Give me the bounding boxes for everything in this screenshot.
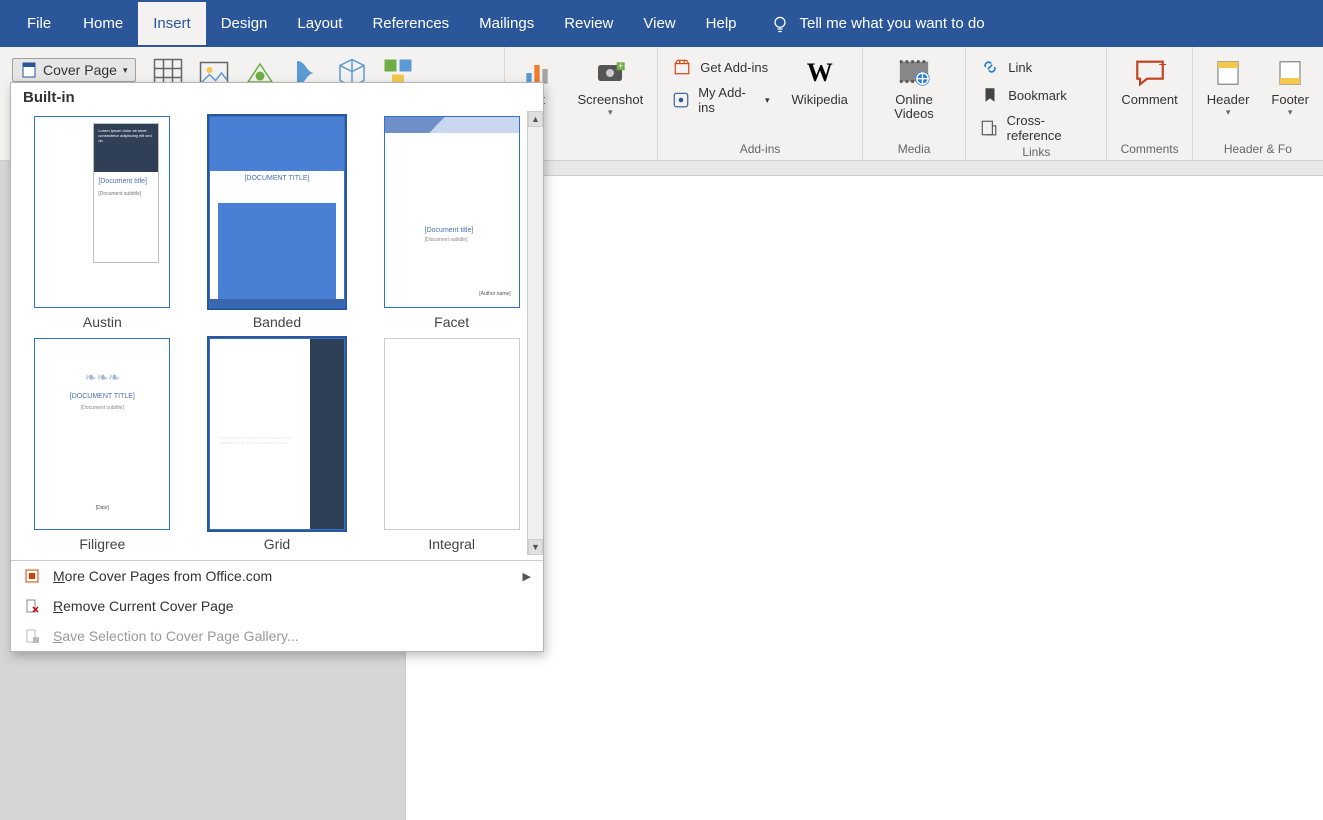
tab-file[interactable]: File: [10, 2, 68, 45]
scroll-down-icon[interactable]: ▼: [528, 539, 543, 555]
footer-icon: [1272, 55, 1308, 91]
chevron-down-icon: ▾: [608, 107, 613, 118]
tab-mailings[interactable]: Mailings: [464, 2, 549, 45]
cover-page-label: Cover Page: [43, 62, 117, 78]
gallery-item-facet[interactable]: [Document title][Document subtitle][Auth…: [376, 116, 527, 330]
tab-review[interactable]: Review: [549, 2, 628, 45]
my-addins-label: My Add-ins: [698, 85, 751, 115]
links-group-label: Links: [972, 145, 1100, 161]
gallery-item-austin[interactable]: Lorem ipsum dolor sit amet consectetur a…: [27, 116, 178, 330]
media-group-label: Media: [869, 142, 959, 158]
my-addins-button[interactable]: My Add-ins ▾: [668, 83, 773, 117]
chevron-down-icon: ▾: [123, 65, 128, 76]
gallery-item-label: Integral: [428, 536, 475, 552]
office-icon: [23, 567, 41, 585]
addins-group-label: Add-ins: [664, 142, 856, 158]
video-icon: [896, 55, 932, 91]
remove-cover-page-menuitem[interactable]: Remove Current Cover Page: [11, 591, 543, 621]
get-addins-label: Get Add-ins: [700, 60, 768, 75]
scroll-up-icon[interactable]: ▲: [528, 111, 543, 127]
cover-page-button[interactable]: Cover Page ▾: [12, 58, 136, 82]
tab-help[interactable]: Help: [691, 2, 752, 45]
gallery-item-filigree[interactable]: ❧❧❧[DOCUMENT TITLE][Document subtitle][D…: [27, 338, 178, 552]
gallery-scrollbar[interactable]: ▲ ▼: [527, 111, 543, 555]
cover-page-gallery: Built-in Lorem ipsum dolor sit amet cons…: [10, 82, 544, 652]
comment-icon: +: [1132, 55, 1168, 91]
tab-layout[interactable]: Layout: [282, 2, 357, 45]
comments-group-label: Comments: [1113, 142, 1185, 158]
gallery-item-label: Facet: [434, 314, 469, 330]
screenshot-button[interactable]: + Screenshot ▾: [569, 51, 651, 118]
cover-page-icon: [21, 62, 37, 78]
more-cover-pages-menuitem[interactable]: More Cover Pages from Office.com ▶: [11, 561, 543, 591]
header-button[interactable]: Header ▾: [1199, 51, 1258, 118]
bookmark-label: Bookmark: [1008, 88, 1067, 103]
bookmark-button[interactable]: Bookmark: [976, 83, 1096, 107]
screenshot-label: Screenshot: [577, 93, 643, 107]
store-icon: [672, 57, 692, 77]
link-label: Link: [1008, 60, 1032, 75]
hf-group-label: Header & Fo: [1199, 142, 1317, 158]
gallery-section-header: Built-in: [11, 83, 543, 112]
gallery-item-label: Filigree: [79, 536, 125, 552]
chevron-down-icon: ▾: [1226, 107, 1231, 118]
header-icon: [1210, 55, 1246, 91]
addins-icon: [672, 90, 690, 110]
get-addins-button[interactable]: Get Add-ins: [668, 55, 773, 79]
more-cover-pages-label: More Cover Pages from Office.com: [53, 568, 272, 584]
ribbon-tabs: File Home Insert Design Layout Reference…: [0, 0, 1323, 47]
header-label: Header: [1207, 93, 1250, 107]
gallery-item-grid[interactable]: [DOCUMENT TITLE]Lorem ipsum dolor sit am…: [202, 338, 353, 552]
chevron-down-icon: ▾: [765, 95, 770, 106]
tab-insert[interactable]: Insert: [138, 2, 206, 45]
gallery-item-banded[interactable]: [DOCUMENT TITLE] Banded: [202, 116, 353, 330]
online-videos-button[interactable]: Online Videos: [869, 51, 959, 122]
remove-cover-page-label: Remove Current Cover Page: [53, 598, 234, 614]
wikipedia-icon: W: [802, 55, 838, 91]
gallery-item-integral[interactable]: Integral: [376, 338, 527, 552]
cross-reference-button[interactable]: Cross-reference: [976, 111, 1096, 145]
gallery-item-label: Banded: [253, 314, 301, 330]
gallery-item-label: Austin: [83, 314, 122, 330]
footer-label: Footer: [1271, 93, 1309, 107]
save-gallery-icon: [23, 627, 41, 645]
link-button[interactable]: Link: [976, 55, 1096, 79]
remove-icon: [23, 597, 41, 615]
chevron-down-icon: ▾: [1288, 107, 1293, 118]
tab-view[interactable]: View: [628, 2, 690, 45]
crossref-label: Cross-reference: [1007, 113, 1093, 143]
svg-text:+: +: [1158, 57, 1166, 73]
tab-home[interactable]: Home: [68, 2, 138, 45]
link-icon: [980, 57, 1000, 77]
screenshot-icon: +: [592, 55, 628, 91]
footer-button[interactable]: Footer ▾: [1263, 51, 1317, 118]
lightbulb-icon: [770, 14, 790, 34]
wikipedia-button[interactable]: W Wikipedia: [784, 51, 856, 107]
comment-button[interactable]: + Comment: [1113, 51, 1185, 107]
bookmark-icon: [980, 85, 1000, 105]
tab-design[interactable]: Design: [206, 2, 283, 45]
online-videos-label: Online Videos: [877, 93, 951, 122]
save-selection-label: Save Selection to Cover Page Gallery...: [53, 628, 299, 644]
scroll-track[interactable]: [528, 127, 543, 539]
tab-references[interactable]: References: [357, 2, 464, 45]
tell-me-label: Tell me what you want to do: [800, 15, 985, 32]
gallery-item-label: Grid: [264, 536, 290, 552]
wikipedia-label: Wikipedia: [792, 93, 848, 107]
tell-me-search[interactable]: Tell me what you want to do: [770, 14, 985, 34]
submenu-arrow-icon: ▶: [523, 570, 531, 583]
comment-label: Comment: [1121, 93, 1177, 107]
svg-text:+: +: [618, 61, 623, 71]
save-selection-menuitem: Save Selection to Cover Page Gallery...: [11, 621, 543, 651]
crossref-icon: [980, 118, 998, 138]
